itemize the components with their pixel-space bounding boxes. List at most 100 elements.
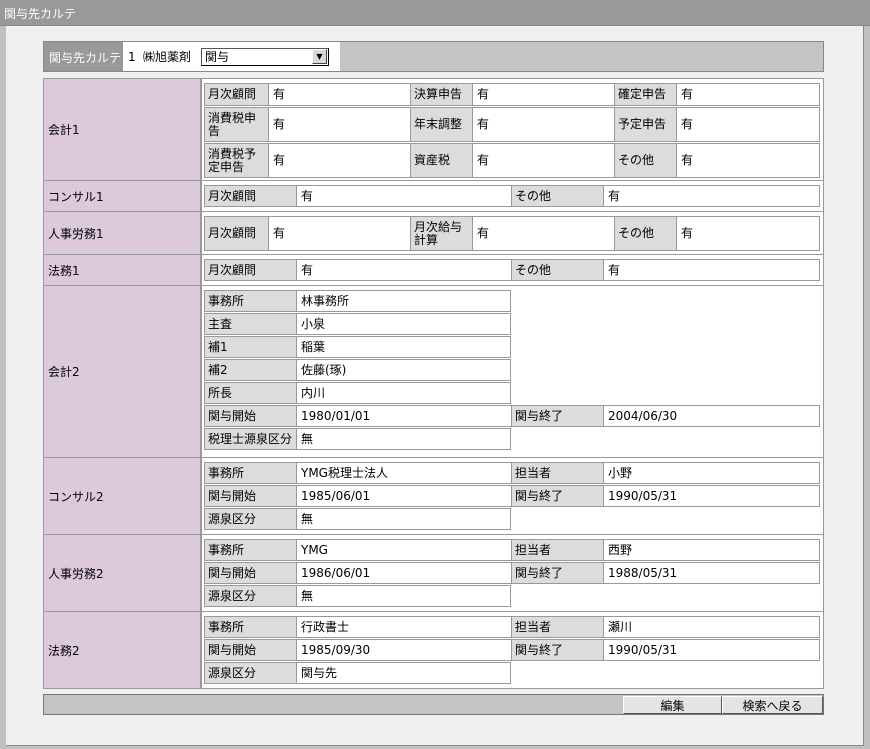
field-value: 林事務所 <box>297 291 510 311</box>
field-label: 月次顧問 <box>205 84 269 105</box>
table-row: 月次顧問 有 その他 有 <box>204 259 820 281</box>
section-label: 人事労務1 <box>44 212 202 254</box>
field-label: 消費税予定申告 <box>205 144 269 177</box>
field-label: 税理士源泉区分 <box>205 429 297 449</box>
field-value: 稲葉 <box>297 337 510 357</box>
field-value: YMG税理士法人 <box>297 463 512 483</box>
field-value: 有 <box>677 217 819 250</box>
field-label: 補1 <box>205 337 297 357</box>
field-label: 事務所 <box>205 291 297 311</box>
field-label: 年末調整 <box>411 108 473 141</box>
field-value: 2004/06/30 <box>604 406 819 426</box>
section-body: 事務所 YMG 担当者 西野 関与開始 1986/06/01 関与終了 1988… <box>202 535 823 611</box>
field-label: 確定申告 <box>615 84 677 105</box>
field-value: 有 <box>604 260 819 280</box>
table-row: 事務所 林事務所 <box>204 290 511 312</box>
section-jinji2: 人事労務2 事務所 YMG 担当者 西野 関与開始 1986/06/01 関与終… <box>44 535 823 612</box>
field-value: 有 <box>677 108 819 141</box>
section-body: 事務所 行政書士 担当者 瀬川 関与開始 1985/09/30 関与終了 199… <box>202 612 823 688</box>
field-label: 関与終了 <box>512 640 604 660</box>
field-label: 関与開始 <box>205 563 297 583</box>
field-label: 月次顧問 <box>205 217 269 250</box>
field-label: 関与終了 <box>512 486 604 506</box>
field-label: 源泉区分 <box>205 509 297 529</box>
table-row: 月次顧問 有 決算申告 有 確定申告 有 <box>204 83 820 106</box>
field-value: 1986/06/01 <box>297 563 512 583</box>
field-label: 源泉区分 <box>205 586 297 606</box>
relation-select[interactable]: 関与 ▼ <box>201 47 329 66</box>
relation-select-value: 関与 <box>205 50 230 64</box>
field-value: 1988/05/31 <box>604 563 819 583</box>
client-name: ㈱旭薬剤 <box>143 50 192 64</box>
field-value: 有 <box>269 144 411 177</box>
section-label: 会計1 <box>44 79 202 180</box>
detail-grid: 会計1 月次顧問 有 決算申告 有 確定申告 有 消費税申告 有 年末調整 有 … <box>43 78 824 689</box>
field-value: 西野 <box>604 540 819 560</box>
table-row: 月次顧問 有 その他 有 <box>204 185 820 207</box>
field-value: 佐藤(琢) <box>297 360 510 380</box>
table-row: 源泉区分 無 <box>204 508 511 530</box>
table-row: 源泉区分 関与先 <box>204 662 511 684</box>
field-label: その他 <box>615 217 677 250</box>
field-label: 事務所 <box>205 463 297 483</box>
client-number: 1 <box>128 49 136 64</box>
field-value: 有 <box>473 217 615 250</box>
section-kaikei1: 会計1 月次顧問 有 決算申告 有 確定申告 有 消費税申告 有 年末調整 有 … <box>44 79 823 181</box>
client-header: 関与先カルテ 1 ㈱旭薬剤 関与 ▼ <box>44 42 340 71</box>
section-body: 月次顧問 有 その他 有 <box>202 181 823 211</box>
section-label: 法務2 <box>44 612 202 688</box>
section-jinji1: 人事労務1 月次顧問 有 月次給与計算 有 その他 有 <box>44 212 823 255</box>
field-label: 担当者 <box>512 617 604 637</box>
field-value: 小野 <box>604 463 819 483</box>
field-label: 補2 <box>205 360 297 380</box>
section-houmu2: 法務2 事務所 行政書士 担当者 瀬川 関与開始 1985/09/30 関与終了… <box>44 612 823 688</box>
field-label: 予定申告 <box>615 108 677 141</box>
section-body: 月次顧問 有 月次給与計算 有 その他 有 <box>202 212 823 254</box>
back-to-search-button[interactable]: 検索へ戻る <box>722 696 823 714</box>
field-value: 1990/05/31 <box>604 640 819 660</box>
field-value: 1985/06/01 <box>297 486 512 506</box>
field-value: YMG <box>297 540 512 560</box>
field-label: 資産税 <box>411 144 473 177</box>
field-value: 関与先 <box>297 663 510 683</box>
table-row: 消費税申告 有 年末調整 有 予定申告 有 <box>204 107 820 142</box>
field-label: 月次給与計算 <box>411 217 473 250</box>
field-label: 関与開始 <box>205 640 297 660</box>
table-row: 月次顧問 有 月次給与計算 有 その他 有 <box>204 216 820 251</box>
table-row: 事務所 YMG税理士法人 担当者 小野 <box>204 462 820 484</box>
field-label: その他 <box>512 186 604 206</box>
table-row: 関与開始 1986/06/01 関与終了 1988/05/31 <box>204 562 820 584</box>
section-label: コンサル1 <box>44 181 202 211</box>
table-row: 補1 稲葉 <box>204 336 511 358</box>
field-label: 担当者 <box>512 463 604 483</box>
field-value: 有 <box>473 84 615 105</box>
section-body: 月次顧問 有 決算申告 有 確定申告 有 消費税申告 有 年末調整 有 予定申告… <box>202 79 823 180</box>
table-row: 関与開始 1980/01/01 関与終了 2004/06/30 <box>204 405 820 427</box>
field-value: 有 <box>677 84 819 105</box>
table-row: 関与開始 1985/06/01 関与終了 1990/05/31 <box>204 485 820 507</box>
field-label: 月次顧問 <box>205 186 297 206</box>
field-label: その他 <box>615 144 677 177</box>
field-value: 有 <box>269 84 411 105</box>
field-value: 有 <box>604 186 819 206</box>
field-label: 関与終了 <box>512 406 604 426</box>
field-value: 有 <box>677 144 819 177</box>
section-body: 事務所 林事務所 主査 小泉 補1 稲葉 補2 佐藤(琢) 所長 内川 関与開始… <box>202 286 823 457</box>
field-value: 有 <box>297 186 512 206</box>
table-row: 事務所 行政書士 担当者 瀬川 <box>204 616 820 638</box>
section-houmu1: 法務1 月次顧問 有 その他 有 <box>44 255 823 286</box>
field-label: 事務所 <box>205 617 297 637</box>
field-value: 有 <box>297 260 512 280</box>
field-value: 有 <box>269 217 411 250</box>
section-kaikei2: 会計2 事務所 林事務所 主査 小泉 補1 稲葉 補2 佐藤(琢) 所長 内川 <box>44 286 823 458</box>
chevron-down-icon[interactable]: ▼ <box>312 49 327 64</box>
edit-button[interactable]: 編集 <box>623 696 722 714</box>
table-row: 所長 内川 <box>204 382 511 404</box>
section-label: 会計2 <box>44 286 202 457</box>
field-label: 主査 <box>205 314 297 334</box>
section-consul2: コンサル2 事務所 YMG税理士法人 担当者 小野 関与開始 1985/06/0… <box>44 458 823 535</box>
field-value: 内川 <box>297 383 510 403</box>
field-value: 瀬川 <box>604 617 819 637</box>
field-value: 無 <box>297 586 510 606</box>
field-label: 関与終了 <box>512 563 604 583</box>
